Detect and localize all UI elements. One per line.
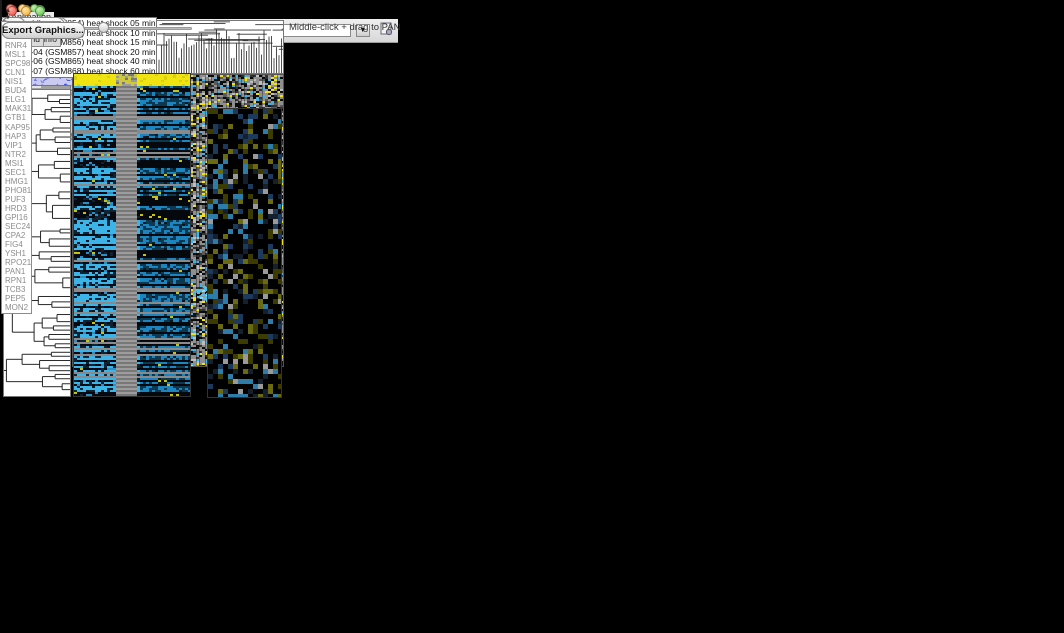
gene-label[interactable]: MAK31 <box>5 104 31 113</box>
gene-label[interactable]: CPA2 <box>5 231 31 240</box>
gene-label[interactable]: RNR4 <box>5 41 31 50</box>
zoom-button[interactable] <box>35 6 45 16</box>
gene-label[interactable]: GTB1 <box>5 113 31 122</box>
gene-label[interactable]: SEC24 <box>5 222 31 231</box>
gene-label[interactable]: GPI16 <box>5 213 31 222</box>
gene-label[interactable]: RPN1 <box>5 276 31 285</box>
gene-label[interactable]: TCB3 <box>5 285 31 294</box>
gene-label[interactable]: MSL1 <box>5 50 31 59</box>
tv2-export-graphics-button[interactable]: Export Graphics... <box>1 22 85 39</box>
gene-label[interactable]: KAP95 <box>5 123 31 132</box>
slider-thumb[interactable] <box>98 22 109 33</box>
gene-label[interactable]: MSI1 <box>5 159 31 168</box>
gene-label[interactable]: HMG1 <box>5 177 31 186</box>
gene-label[interactable]: MON2 <box>5 303 31 312</box>
treeview2-window: ClusterMaker TreeView : combined_scores_… <box>0 0 2 22</box>
gene-label[interactable]: NIS1 <box>5 77 31 86</box>
tv2-heatmap[interactable] <box>73 73 191 397</box>
gene-label[interactable]: HAP3 <box>5 132 31 141</box>
gene-label[interactable]: FIG4 <box>5 240 31 249</box>
gene-label[interactable]: SPC98 <box>5 59 31 68</box>
window-controls <box>7 6 45 16</box>
gene-label[interactable]: VIP1 <box>5 141 31 150</box>
minimize-button[interactable] <box>21 6 31 16</box>
gene-label[interactable]: HRD3 <box>5 204 31 213</box>
gene-label[interactable]: YSH1 <box>5 249 31 258</box>
tv2-zoom-heatmap[interactable] <box>207 108 282 398</box>
gene-label[interactable]: SEC1 <box>5 168 31 177</box>
scroll-up-arrow[interactable]: ▲ <box>5 8 11 14</box>
gene-label[interactable]: PUF3 <box>5 195 31 204</box>
tv2-gene-list: PFD1YRA1RNR4MSL1SPC98CLN1NIS1BUD4ELG1MAK… <box>1 21 32 314</box>
gene-label[interactable]: BUD4 <box>5 86 31 95</box>
status-pan-hint: Middle-click + drag to PAN <box>289 22 401 33</box>
gene-label[interactable]: RPO21 <box>5 258 31 267</box>
gene-label[interactable]: PHO81 <box>5 186 31 195</box>
gene-label[interactable]: ELG1 <box>5 95 31 104</box>
gene-label[interactable]: CLN1 <box>5 68 31 77</box>
gene-label[interactable]: PAN1 <box>5 267 31 276</box>
gene-label[interactable]: NTR2 <box>5 150 31 159</box>
desktop: Cytoscape Desktop (Session Name: collins… <box>0 0 1064 633</box>
gene-label[interactable]: PEP5 <box>5 294 31 303</box>
